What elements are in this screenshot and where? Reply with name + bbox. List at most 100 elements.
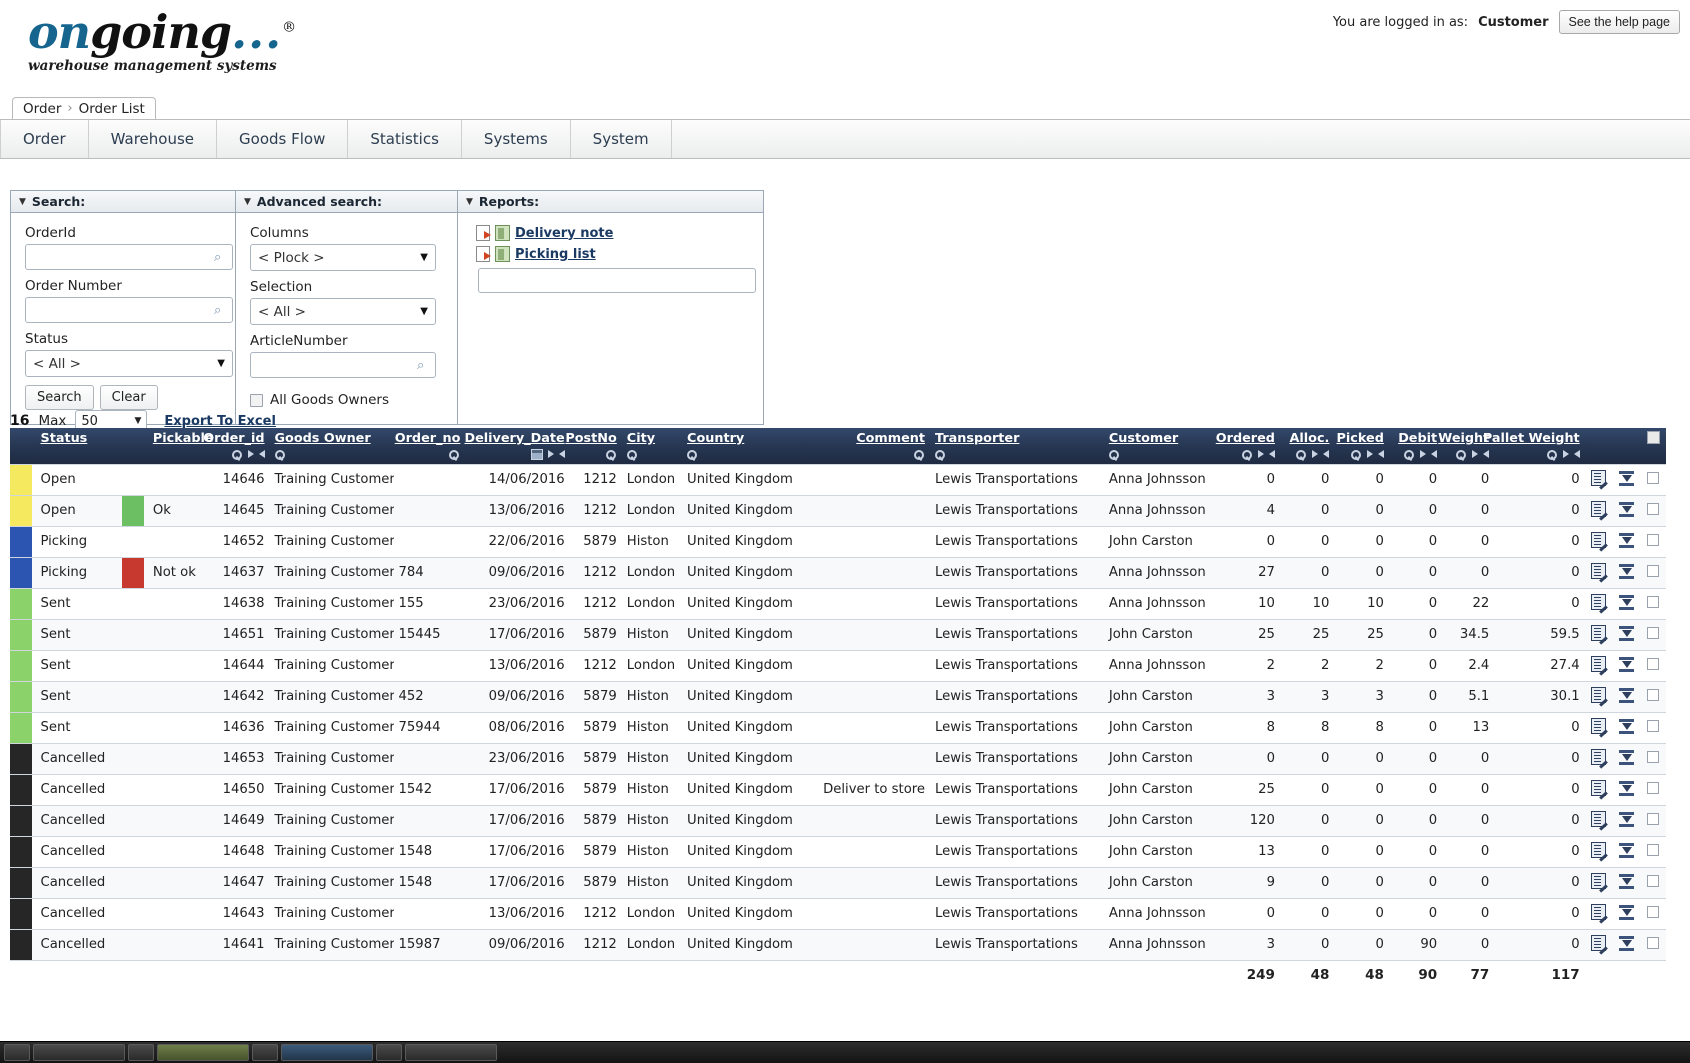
column-header-label[interactable]: Comment [856,431,925,446]
download-icon[interactable] [1618,935,1634,951]
row-edit-action[interactable] [1584,929,1613,961]
search-button[interactable]: Search [25,385,94,410]
row-download-action[interactable] [1612,619,1641,651]
filter-key-icon[interactable] [1546,449,1558,460]
help-page-button[interactable]: See the help page [1558,10,1680,34]
table-row[interactable]: Cancelled 14648 Training Customer 1548 17/06… [10,836,1666,868]
table-row[interactable]: Sent 14638 Training Customer 155 23/06/2016 1… [10,588,1666,620]
arrow-right-icon[interactable] [1366,450,1373,458]
row-select-cell[interactable] [1640,464,1666,496]
row-checkbox[interactable] [1647,782,1660,794]
taskbar-button[interactable] [128,1044,154,1061]
edit-document-icon[interactable] [1591,780,1607,796]
row-select-cell[interactable] [1640,929,1666,961]
row-edit-action[interactable] [1584,836,1613,868]
all-goods-owners-checkbox[interactable] [250,393,263,407]
row-edit-action[interactable] [1584,495,1613,527]
edit-document-icon[interactable] [1591,873,1607,889]
arrow-right-icon[interactable] [247,450,254,458]
row-checkbox[interactable] [1647,720,1660,732]
edit-document-icon[interactable] [1591,935,1607,951]
download-icon[interactable] [1618,470,1634,486]
download-icon[interactable] [1618,656,1634,672]
arrow-right-icon[interactable] [1562,450,1569,458]
row-edit-action[interactable] [1584,805,1613,837]
column-header-status[interactable]: Status [35,428,123,465]
edit-document-icon[interactable] [1591,687,1607,703]
all-goods-owners-row[interactable]: All Goods Owners [250,392,443,408]
filter-key-icon[interactable] [1456,449,1467,460]
reports-input-wrap[interactable] [478,268,756,293]
row-download-action[interactable] [1612,929,1641,961]
pdf-icon[interactable] [476,225,491,241]
row-checkbox[interactable] [1647,689,1660,701]
table-row[interactable]: Cancelled 14653 Training Customer 23/06/201… [10,743,1666,775]
row-checkbox[interactable] [1647,906,1660,918]
table-row[interactable]: Open 14646 Training Customer 14/06/2016 1212… [10,464,1666,496]
filter-key-icon[interactable] [687,449,698,460]
menu-item-order[interactable]: Order [0,120,89,158]
column-header-label[interactable]: Alloc. [1289,431,1329,446]
selection-select[interactable]: < All > ▼ [250,298,436,325]
column-header-label[interactable]: Picked [1337,431,1384,446]
edit-document-icon[interactable] [1591,749,1607,765]
arrow-right-icon[interactable] [547,450,554,458]
row-edit-action[interactable] [1584,588,1613,620]
edit-document-icon[interactable] [1591,625,1607,641]
row-checkbox[interactable] [1647,565,1660,577]
filter-key-icon[interactable] [1404,449,1415,460]
column-header-delivery_date[interactable]: Delivery_Date [464,428,570,465]
collapse-triangle-icon[interactable]: ▼ [466,197,473,207]
column-header-label[interactable]: Order_id [203,431,264,446]
row-download-action[interactable] [1612,464,1641,496]
column-header-label[interactable]: Country [687,431,744,446]
filter-key-icon[interactable] [274,449,286,460]
column-header-postno[interactable]: PostNo [565,428,622,465]
advanced-search-panel-header[interactable]: ▼ Advanced search: [236,191,457,213]
arrow-right-icon[interactable] [1472,450,1479,458]
row-checkbox[interactable] [1647,503,1660,515]
row-edit-action[interactable] [1584,743,1613,775]
row-checkbox[interactable] [1647,627,1660,639]
excel-icon[interactable] [495,225,510,241]
row-checkbox[interactable] [1647,658,1660,670]
column-header-label[interactable]: Customer [1109,431,1178,446]
row-edit-action[interactable] [1584,898,1613,930]
row-checkbox[interactable] [1647,472,1660,484]
arrow-right-icon[interactable] [1312,450,1319,458]
row-checkbox[interactable] [1647,813,1660,825]
column-header-label[interactable]: Transporter [935,431,1019,446]
table-row[interactable]: Sent 14636 Training Customer 75944 08/06/201… [10,712,1666,744]
table-row[interactable]: Sent 14642 Training Customer 452 09/06/2016 5… [10,681,1666,713]
row-download-action[interactable] [1612,836,1641,868]
row-checkbox[interactable] [1647,596,1660,608]
filter-key-icon[interactable] [231,449,243,460]
row-edit-action[interactable] [1584,867,1613,899]
pdf-icon[interactable] [476,246,491,262]
row-select-cell[interactable] [1640,774,1666,806]
collapse-triangle-icon[interactable]: ▼ [19,197,26,207]
row-select-cell[interactable] [1640,867,1666,899]
download-icon[interactable] [1618,811,1634,827]
row-download-action[interactable] [1612,712,1641,744]
arrow-right-icon[interactable] [1420,450,1427,458]
filter-key-icon[interactable] [935,449,946,460]
row-select-cell[interactable] [1640,836,1666,868]
row-download-action[interactable] [1612,495,1641,527]
download-icon[interactable] [1618,904,1634,920]
table-row[interactable]: Cancelled 14641 Training Customer 15987 09/0… [10,929,1666,961]
edit-document-icon[interactable] [1591,501,1607,517]
taskbar-button[interactable] [157,1044,249,1061]
arrow-right-icon[interactable] [1257,450,1264,458]
report-link-row[interactable]: Picking list [476,246,749,262]
menu-item-systems[interactable]: Systems [462,120,571,158]
column-header-label[interactable]: Status [40,431,87,446]
row-select-cell[interactable] [1640,588,1666,620]
column-header-label[interactable]: City [627,431,655,446]
edit-document-icon[interactable] [1591,656,1607,672]
filter-key-icon[interactable] [626,449,638,460]
column-header-label[interactable]: Pallet Weight [1483,431,1580,446]
column-header-comment[interactable]: Comment [807,428,931,465]
column-header-customer[interactable]: Customer [1103,428,1225,465]
row-edit-action[interactable] [1584,774,1613,806]
